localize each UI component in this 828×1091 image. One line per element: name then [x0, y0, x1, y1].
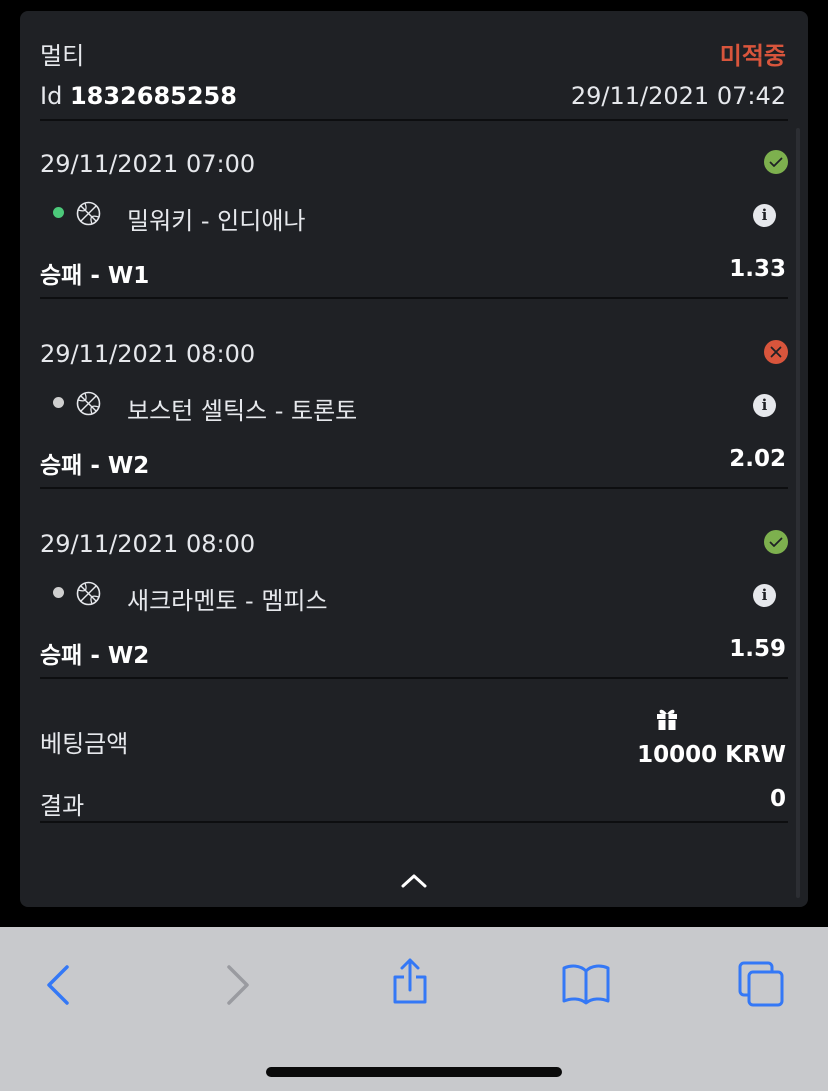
- event-market: 승패 - W1: [40, 263, 150, 289]
- tabs-icon[interactable]: [734, 957, 790, 1013]
- event-date: 29/11/2021 08:00: [40, 530, 256, 558]
- divider: [40, 487, 788, 489]
- event-teams: 새크라멘토 - 멤피스: [127, 587, 328, 615]
- info-icon[interactable]: i: [753, 394, 776, 417]
- status-dot: [53, 397, 64, 408]
- bet-type: 멀티: [40, 42, 85, 70]
- placed-datetime: 29/11/2021 07:42: [570, 82, 786, 110]
- won-check-icon: [764, 530, 788, 554]
- event-item: 29/11/2021 08:00 새크라멘토 - 멤피스 i 승패 - W2 1…: [0, 530, 828, 720]
- event-market: 승패 - W2: [40, 453, 150, 479]
- chevron-up-icon[interactable]: [398, 868, 430, 892]
- info-icon[interactable]: i: [753, 584, 776, 607]
- event-item: 29/11/2021 07:00 밀워키 - 인디애나 i 승패 - W1 1.…: [0, 150, 828, 340]
- divider: [40, 297, 788, 299]
- event-teams: 밀워키 - 인디애나: [127, 207, 306, 235]
- event-teams: 보스턴 셀틱스 - 토론토: [127, 397, 358, 425]
- bet-id-value: 1832685258: [69, 82, 237, 110]
- result-label: 결과: [40, 792, 85, 820]
- home-indicator: [266, 1067, 562, 1077]
- divider: [40, 677, 788, 679]
- event-odds: 1.33: [729, 256, 786, 282]
- bookmarks-icon[interactable]: [558, 957, 614, 1013]
- basketball-icon: [76, 201, 101, 226]
- basketball-icon: [76, 581, 101, 606]
- live-status-dot: [53, 207, 64, 218]
- result-value: 0: [769, 786, 786, 812]
- forward-icon[interactable]: [210, 957, 266, 1013]
- bet-id: Id 1832685258: [40, 82, 237, 110]
- event-odds: 2.02: [729, 446, 786, 472]
- stake-value: 10000 KRW: [637, 742, 786, 768]
- event-odds: 1.59: [729, 636, 786, 662]
- status-dot: [53, 587, 64, 598]
- bet-id-label: Id: [40, 82, 63, 110]
- divider: [40, 821, 788, 823]
- gift-icon: [654, 706, 680, 732]
- divider: [40, 119, 788, 121]
- back-icon[interactable]: [32, 957, 88, 1013]
- basketball-icon: [76, 391, 101, 416]
- lost-cross-icon: [764, 340, 788, 364]
- event-item: 29/11/2021 08:00 보스턴 셀틱스 - 토론토 i 승패 - W2…: [0, 340, 828, 530]
- share-icon[interactable]: [382, 957, 438, 1013]
- bet-status: 미적중: [719, 42, 786, 70]
- event-date: 29/11/2021 07:00: [40, 150, 256, 178]
- event-date: 29/11/2021 08:00: [40, 340, 256, 368]
- browser-toolbar: [0, 927, 828, 1091]
- event-market: 승패 - W2: [40, 643, 150, 669]
- stake-label: 베팅금액: [40, 730, 129, 758]
- info-icon[interactable]: i: [753, 204, 776, 227]
- won-check-icon: [764, 150, 788, 174]
